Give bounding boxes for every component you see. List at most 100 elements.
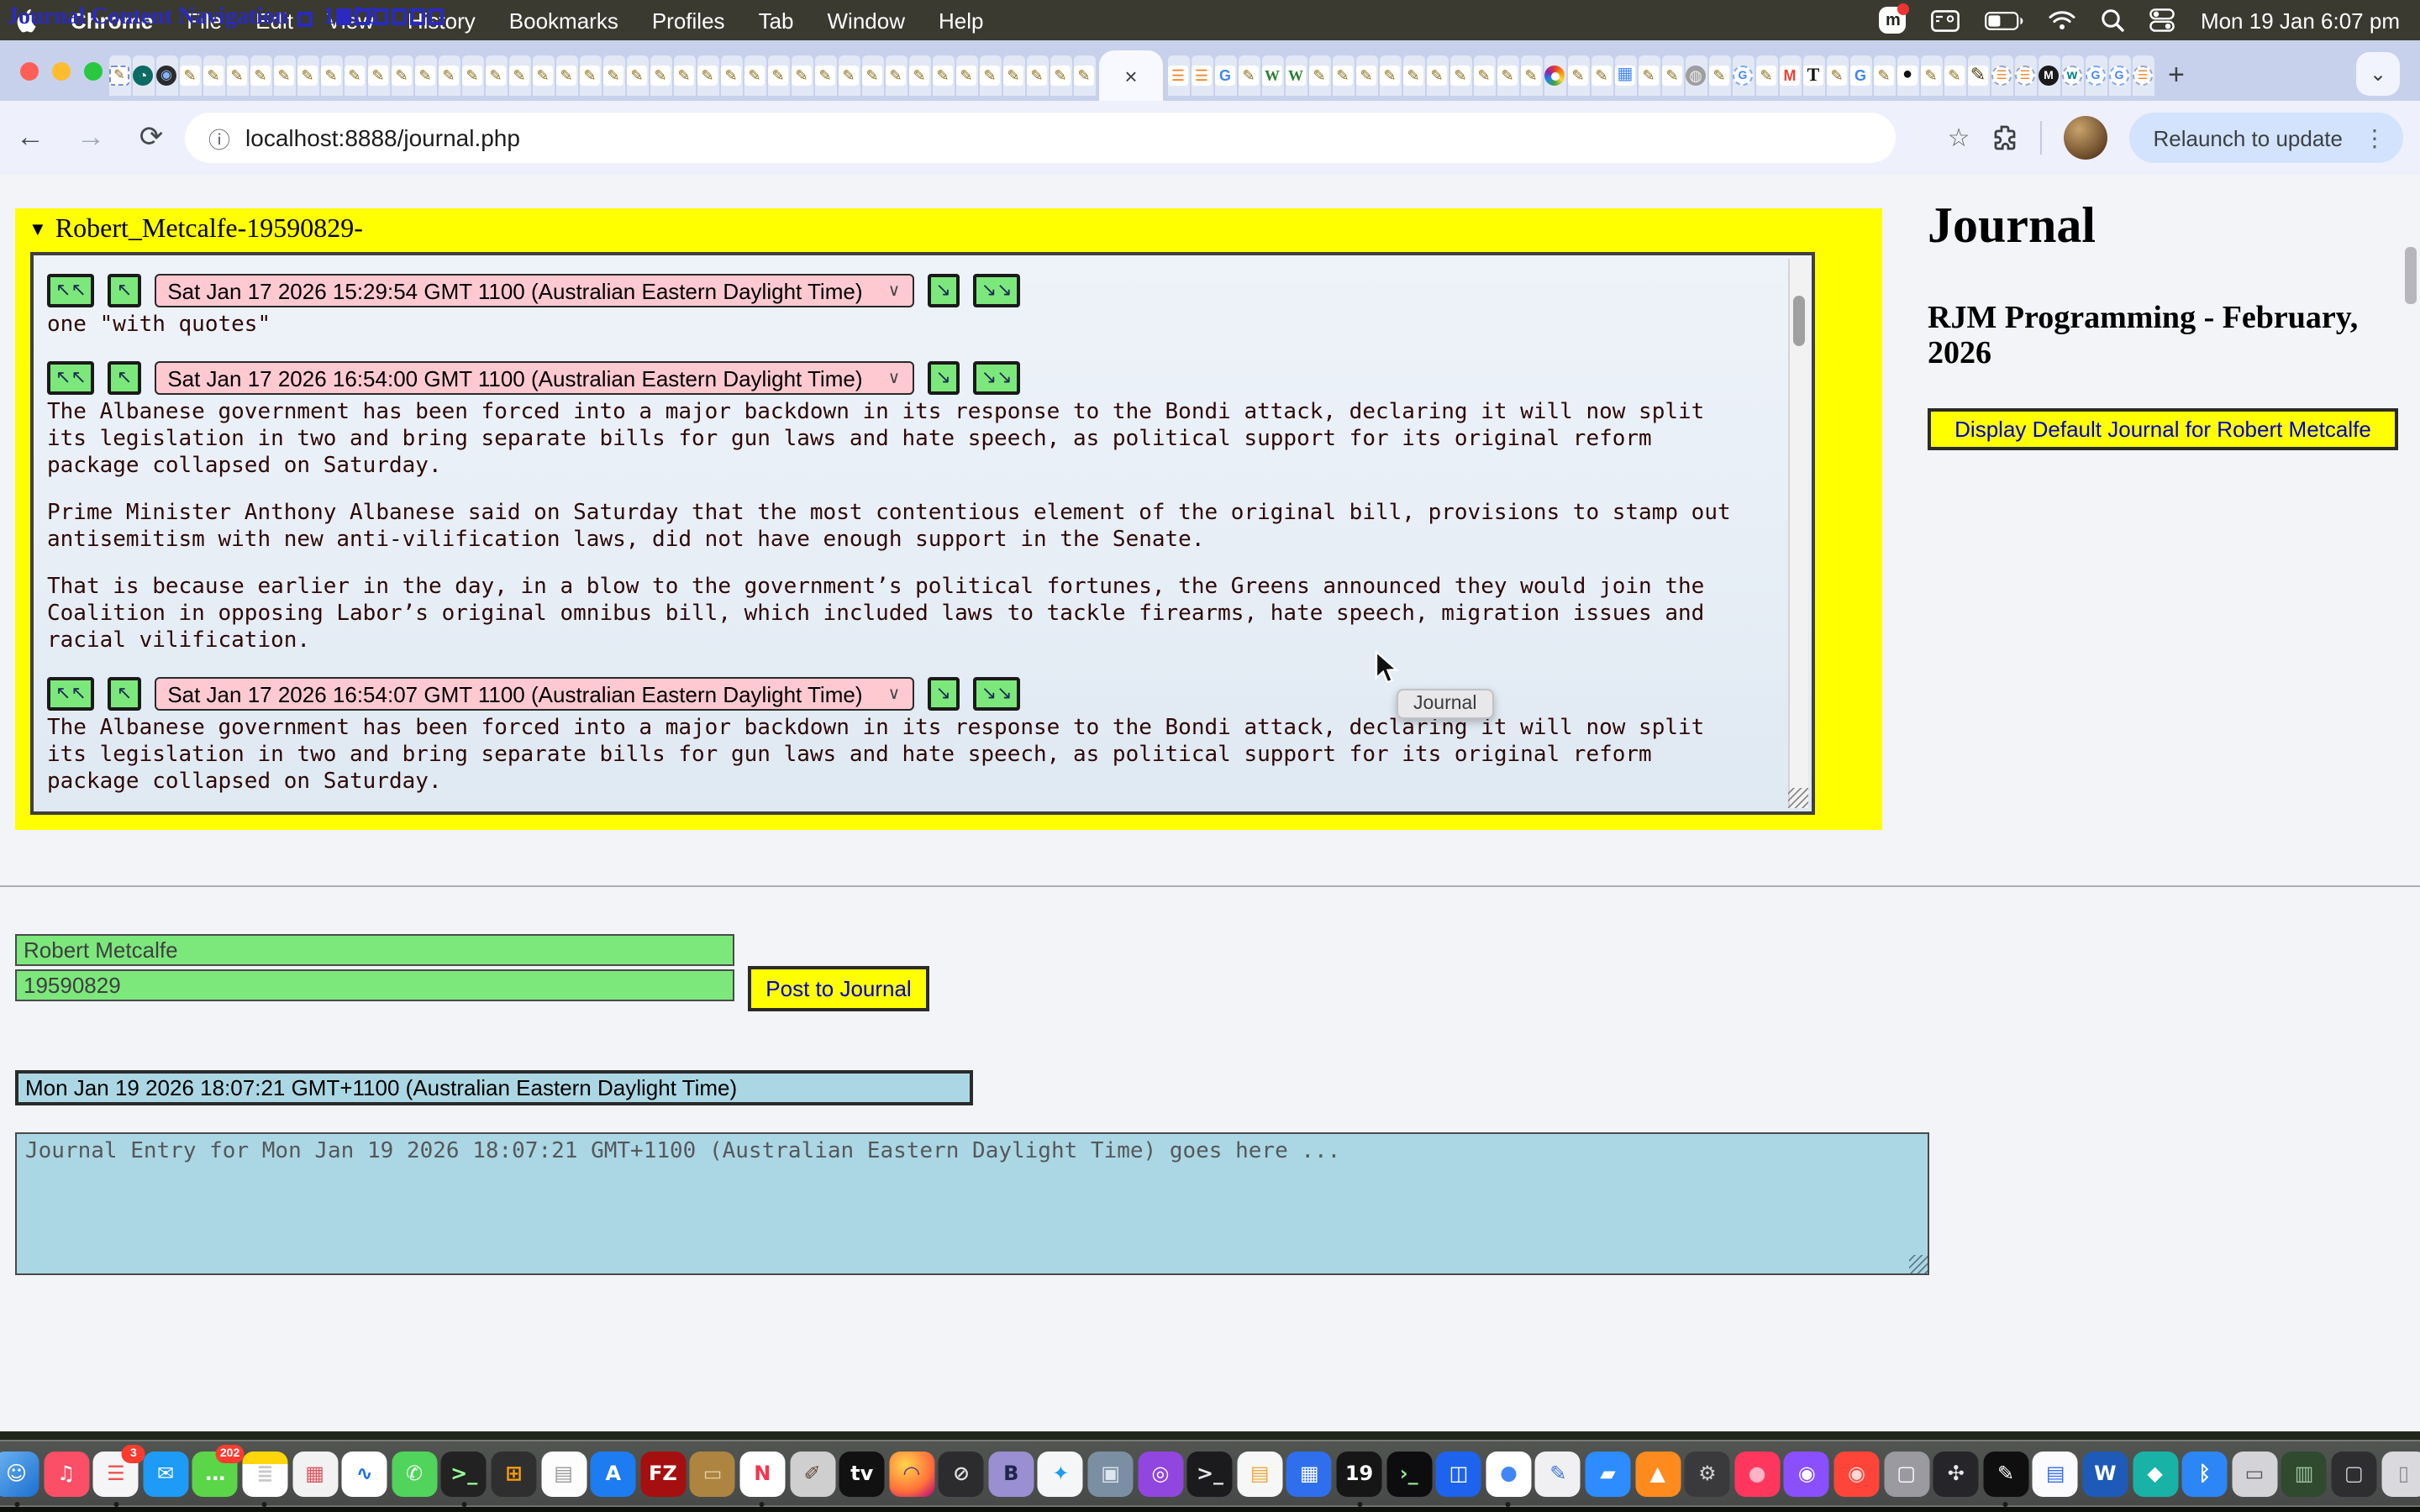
browser-tab[interactable] <box>1661 55 1683 96</box>
battery-icon[interactable] <box>1986 11 2024 29</box>
control-center-icon[interactable] <box>2150 8 2175 32</box>
browser-tab[interactable] <box>861 55 883 96</box>
datetime-display[interactable]: Mon Jan 19 2026 18:07:21 GMT+1100 (Austr… <box>15 1070 973 1105</box>
move-to-top-button[interactable]: ↖↖ <box>47 274 95 307</box>
move-to-top-button[interactable]: ↖↖ <box>47 361 95 395</box>
browser-tab[interactable] <box>2014 55 2036 96</box>
dock-icon[interactable]: FZ <box>640 1451 686 1496</box>
browser-tab[interactable] <box>1755 55 1777 96</box>
dock-icon[interactable]: ▭ <box>690 1451 735 1496</box>
browser-tab[interactable] <box>414 55 436 96</box>
browser-tab[interactable] <box>1826 55 1848 96</box>
browser-tab[interactable] <box>1355 55 1377 96</box>
browser-tab[interactable] <box>1732 55 1754 96</box>
forward-button[interactable]: → <box>60 121 121 155</box>
browser-tab[interactable] <box>1402 55 1424 96</box>
browser-tab[interactable] <box>885 55 907 96</box>
dock-icon[interactable]: ✐ <box>790 1451 835 1496</box>
browser-tab[interactable] <box>1802 55 1824 96</box>
browser-tab[interactable] <box>1473 55 1495 96</box>
browser-tab[interactable] <box>1567 55 1589 96</box>
browser-tab[interactable] <box>1614 55 1636 96</box>
reload-button[interactable]: ⟳ <box>121 121 182 155</box>
menu-extra-app-icon[interactable]: m <box>1880 7 1907 34</box>
browser-tab[interactable] <box>2061 55 2083 96</box>
browser-tab[interactable] <box>273 55 295 96</box>
dock-icon[interactable]: ✦ <box>1038 1451 1083 1496</box>
browser-tab[interactable] <box>1191 55 1213 96</box>
menu-item-window[interactable]: Window <box>811 8 923 33</box>
browser-tab[interactable] <box>367 55 389 96</box>
dock-icon[interactable]: ♫ <box>44 1451 89 1496</box>
dock-icon[interactable]: ◉ <box>1833 1451 1879 1496</box>
dock-icon[interactable]: ▣ <box>1088 1451 1134 1496</box>
site-info-icon[interactable]: ⓘ <box>208 122 230 154</box>
dock-icon[interactable]: ⚙ <box>1685 1451 1730 1496</box>
browser-tab[interactable] <box>697 55 718 96</box>
browser-tab[interactable] <box>2085 55 2107 96</box>
dock-icon[interactable] <box>1486 1451 1531 1496</box>
browser-tab[interactable] <box>1991 55 2012 96</box>
browser-tab[interactable] <box>1050 55 1071 96</box>
browser-tab[interactable] <box>226 55 248 96</box>
browser-tab[interactable] <box>297 55 318 96</box>
dock-icon[interactable]: ◫ <box>1436 1451 1481 1496</box>
browser-tab[interactable] <box>979 55 1001 96</box>
journal-scroll-area[interactable]: ↖↖ ↖ Sat Jan 17 2026 15:29:54 GMT 1100 (… <box>30 252 1815 815</box>
inner-scrollbar-thumb[interactable] <box>1793 296 1805 346</box>
dock-icon[interactable]: ▤ <box>541 1451 587 1496</box>
browser-tab[interactable] <box>602 55 624 96</box>
wifi-icon[interactable] <box>2049 10 2076 30</box>
dock-icon[interactable]: ✉ <box>143 1451 188 1496</box>
entry-date-select[interactable]: Sat Jan 17 2026 16:54:00 GMT 1100 (Austr… <box>154 361 913 395</box>
browser-tab[interactable] <box>485 55 507 96</box>
browser-tab[interactable] <box>838 55 860 96</box>
dock-icon[interactable]: ▤ <box>1237 1451 1282 1496</box>
move-up-button[interactable]: ↖ <box>108 361 140 395</box>
move-down-button[interactable]: ↘ <box>927 677 959 711</box>
dock-icon[interactable]: ⊘ <box>939 1451 984 1496</box>
dob-input[interactable] <box>15 969 734 1001</box>
browser-tab[interactable] <box>626 55 648 96</box>
dock-icon[interactable]: tv <box>839 1451 885 1496</box>
browser-tab[interactable] <box>579 55 601 96</box>
move-up-button[interactable]: ↖ <box>108 677 140 711</box>
dock-icon[interactable]: ▰ <box>1586 1451 1631 1496</box>
active-tab[interactable]: × <box>1099 50 1163 101</box>
dock-icon[interactable]: ▲ <box>1635 1451 1681 1496</box>
minimize-window-button[interactable] <box>52 62 71 81</box>
dock-icon[interactable]: W <box>2082 1451 2128 1496</box>
browser-tab[interactable] <box>767 55 789 96</box>
browser-tab[interactable] <box>1520 55 1542 96</box>
dock-icon[interactable]: ⊞ <box>491 1451 536 1496</box>
browser-tab[interactable] <box>908 55 930 96</box>
browser-tab[interactable] <box>791 55 813 96</box>
move-up-button[interactable]: ↖ <box>108 274 140 307</box>
dock-icon[interactable]: ☰ 3 <box>93 1451 139 1496</box>
browser-tab[interactable] <box>1873 55 1895 96</box>
dock-icon[interactable]: ✎ <box>1535 1451 1581 1496</box>
browser-tab[interactable] <box>1426 55 1448 96</box>
browser-tab[interactable] <box>344 55 366 96</box>
display-default-journal-button[interactable]: Display Default Journal for Robert Metca… <box>1928 408 2398 450</box>
dock-icon[interactable]: ☺ <box>0 1451 39 1496</box>
browser-tab[interactable] <box>650 55 671 96</box>
menu-item-tab[interactable]: Tab <box>742 8 811 33</box>
dock-icon[interactable]: ✎ <box>1983 1451 2028 1496</box>
browser-tab[interactable] <box>2038 55 2060 96</box>
browser-tab[interactable] <box>1026 55 1048 96</box>
more-menu-icon[interactable]: ⋮ <box>2356 123 2393 152</box>
browser-tab[interactable] <box>132 55 154 96</box>
browser-tab[interactable] <box>1214 55 1236 96</box>
browser-tab[interactable] <box>1779 55 1801 96</box>
browser-tab[interactable] <box>1708 55 1730 96</box>
browser-tab[interactable] <box>179 55 201 96</box>
bookmark-star-icon[interactable]: ☆ <box>1948 123 1970 153</box>
move-down-button[interactable]: ↘ <box>927 274 959 307</box>
profile-avatar[interactable] <box>2064 116 2107 160</box>
menu-item-bookmarks[interactable]: Bookmarks <box>492 8 635 33</box>
browser-tab[interactable] <box>461 55 483 96</box>
dock-icon[interactable]: ▯ <box>2381 1451 2420 1496</box>
journal-summary[interactable]: ▼ Robert_Metcalfe-19590829- <box>29 215 363 245</box>
browser-tab[interactable] <box>555 55 577 96</box>
